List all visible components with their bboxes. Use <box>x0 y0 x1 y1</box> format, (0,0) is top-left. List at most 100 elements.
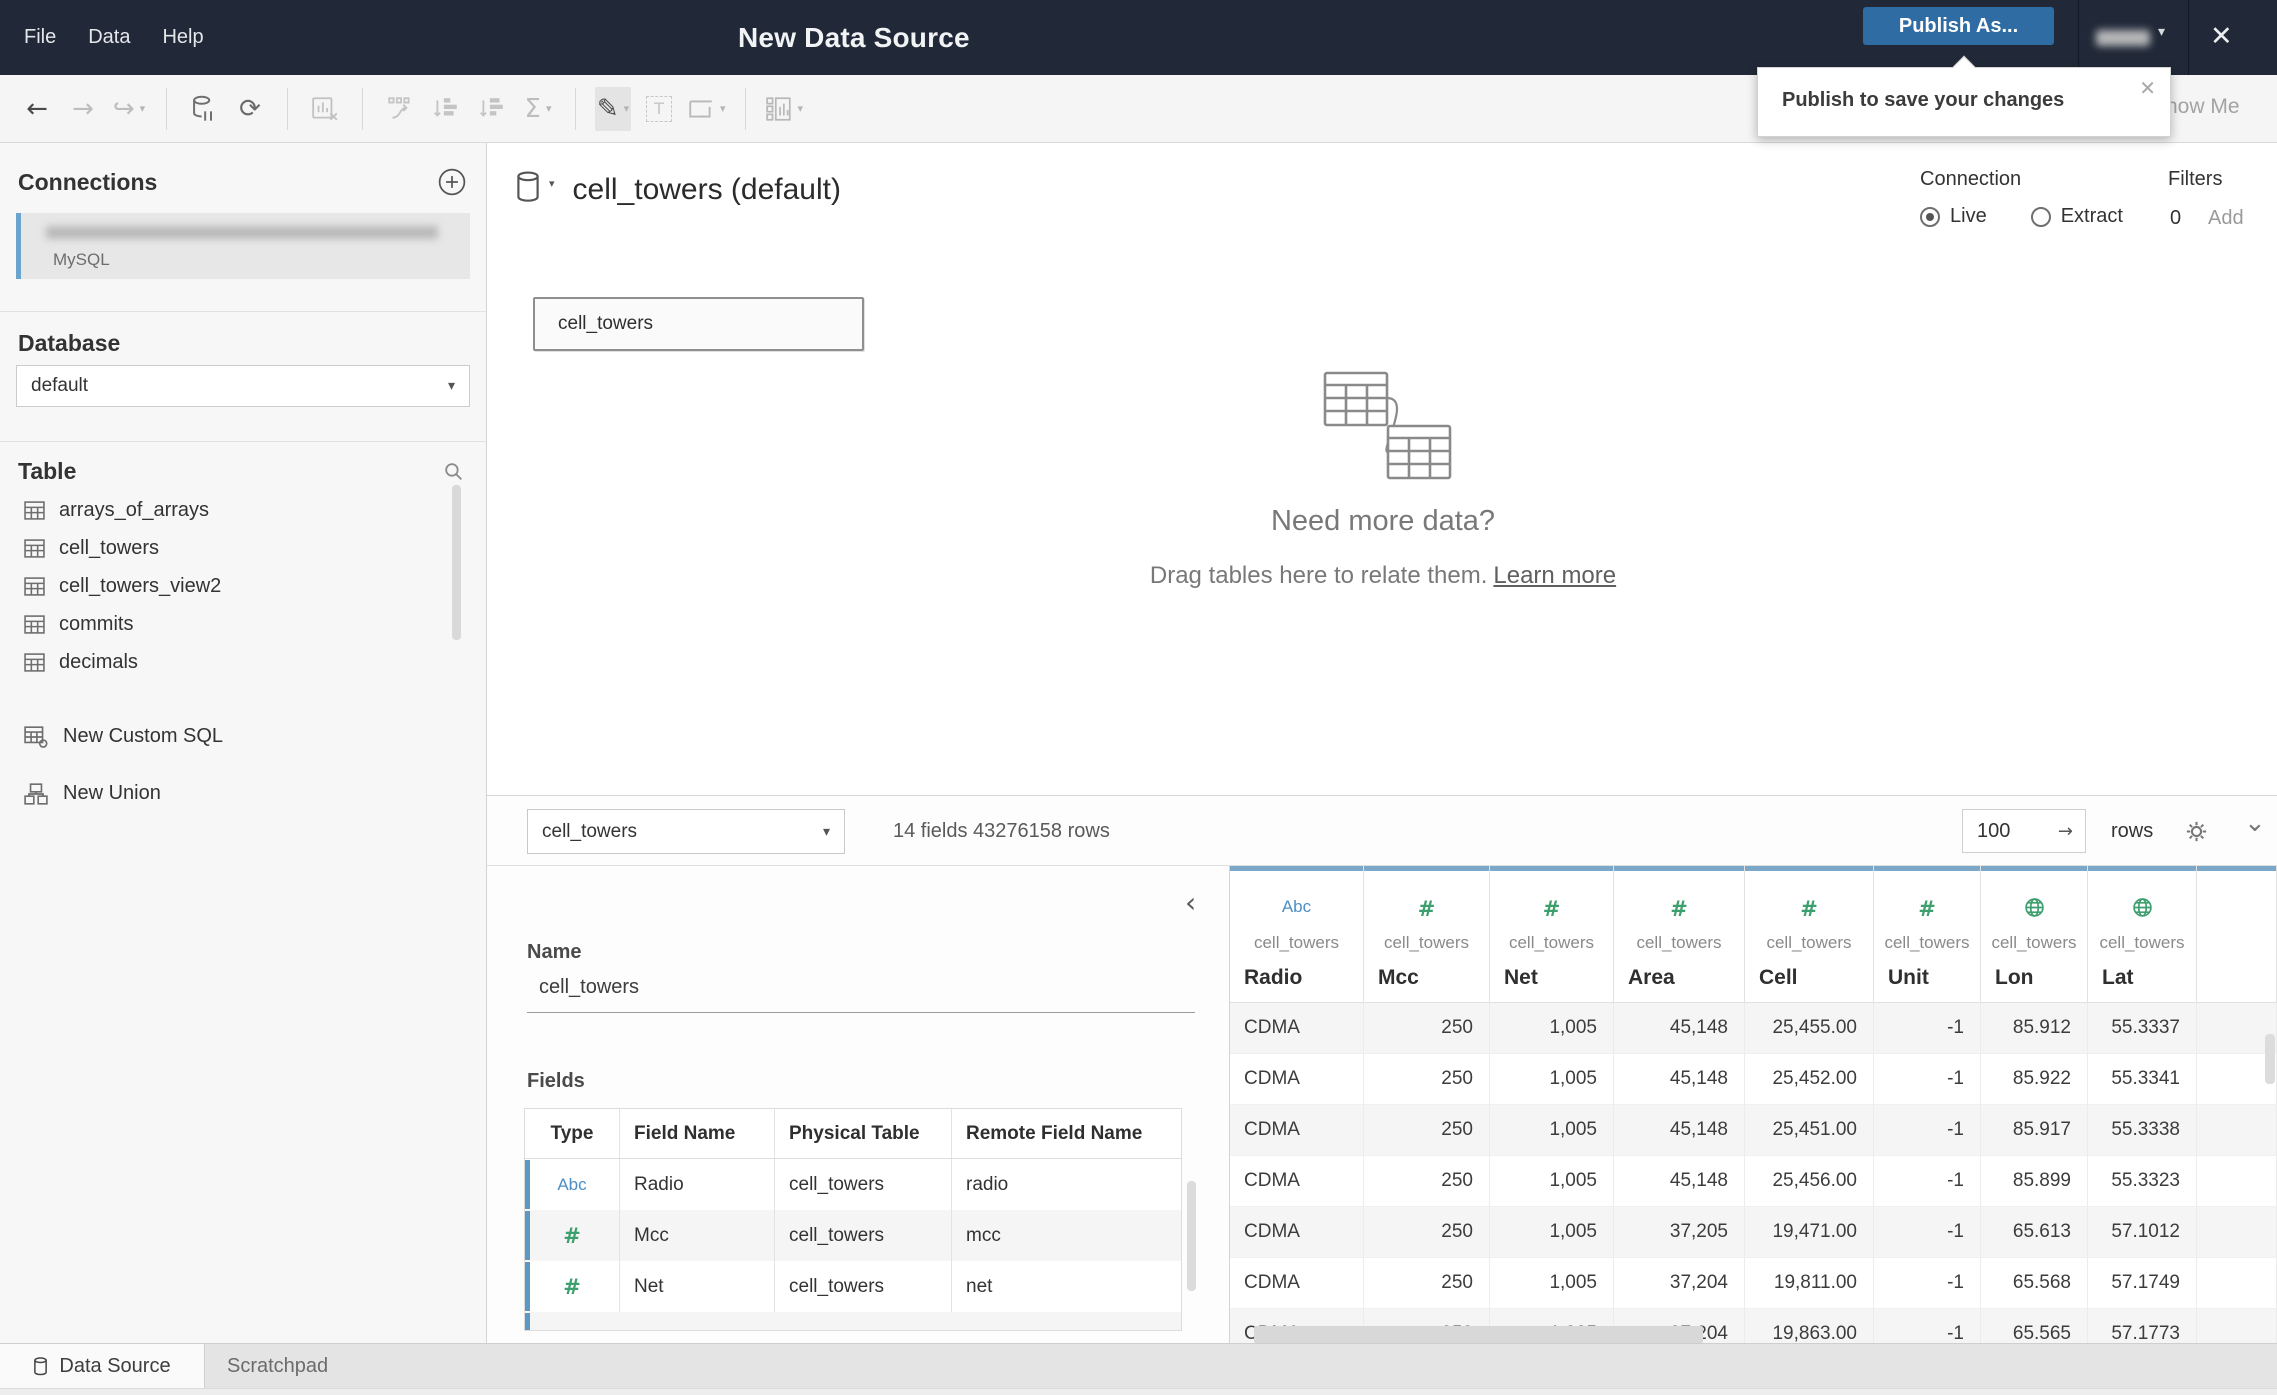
grid-column-header[interactable]: # cell_towers Mcc <box>1364 866 1490 1003</box>
sidebar-table-item[interactable]: cell_towers_view2 <box>0 567 486 605</box>
grid-cell[interactable] <box>2197 1258 2277 1309</box>
grid-cell[interactable]: 65.565 <box>1981 1309 2088 1344</box>
sort-descending-icon[interactable] <box>474 87 510 131</box>
grid-cell[interactable] <box>2197 1309 2277 1344</box>
collapse-metadata-icon[interactable]: ‹ <box>1185 886 1196 919</box>
swap-rows-columns-icon[interactable] <box>382 87 418 131</box>
sidebar-table-item[interactable]: decimals <box>0 643 486 681</box>
add-connection-icon[interactable] <box>438 168 466 196</box>
tab-scratchpad[interactable]: Scratchpad <box>205 1344 328 1388</box>
replay-button[interactable]: ↪ ▾ <box>111 87 147 131</box>
grid-cell[interactable]: 55.3337 <box>2088 1003 2197 1054</box>
grid-cell[interactable]: 19,863.00 <box>1745 1309 1874 1344</box>
grid-column-header[interactable]: # cell_towers Area <box>1614 866 1745 1003</box>
grid-column-header[interactable]: # cell_towers Unit <box>1874 866 1981 1003</box>
grid-cell[interactable]: 25,452.00 <box>1745 1054 1874 1105</box>
grid-cell[interactable]: 19,811.00 <box>1745 1258 1874 1309</box>
database-select[interactable]: default ▾ <box>16 365 470 407</box>
filters-add-link[interactable]: Add <box>2208 207 2244 230</box>
grid-cell[interactable]: 1,005 <box>1490 1054 1614 1105</box>
datasource-cylinder-icon[interactable] <box>515 171 541 203</box>
grid-cell[interactable]: 25,451.00 <box>1745 1105 1874 1156</box>
datasource-caret-icon[interactable]: ▾ <box>549 177 555 190</box>
pause-updates-icon[interactable] <box>186 87 222 131</box>
logical-table-card[interactable]: cell_towers <box>533 297 864 351</box>
datasource-title[interactable]: cell_towers (default) <box>573 173 841 207</box>
grid-cell[interactable] <box>2197 1207 2277 1258</box>
grid-cell[interactable]: CDMA <box>1230 1258 1364 1309</box>
grid-cell[interactable]: -1 <box>1874 1105 1981 1156</box>
extract-radio[interactable] <box>2030 206 2051 227</box>
grid-cell[interactable]: -1 <box>1874 1156 1981 1207</box>
undo-button[interactable]: ← <box>19 87 55 131</box>
tab-data-source[interactable]: Data Source <box>0 1344 205 1388</box>
grid-cell[interactable]: 65.613 <box>1981 1207 2088 1258</box>
grid-column-header[interactable]: # cell_towers Cell <box>1745 866 1874 1003</box>
grid-column-header[interactable]: # cell_towers Net <box>1490 866 1614 1003</box>
tooltip-close-icon[interactable]: ✕ <box>2139 76 2156 100</box>
grid-column-header[interactable]: Abc cell_towers Radio <box>1230 866 1364 1003</box>
grid-cell[interactable]: CDMA <box>1230 1207 1364 1258</box>
grid-cell[interactable]: CDMA <box>1230 1054 1364 1105</box>
clear-sheet-icon[interactable] <box>307 87 343 131</box>
table-list-scrollbar[interactable] <box>452 485 461 640</box>
row-count-input[interactable]: 100 → <box>1962 809 2086 853</box>
refresh-data-icon[interactable]: ⟳ <box>232 87 268 131</box>
grid-cell[interactable]: 19,471.00 <box>1745 1207 1874 1258</box>
grid-cell[interactable]: 55.3341 <box>2088 1054 2197 1105</box>
name-value[interactable]: cell_towers <box>539 976 639 999</box>
grid-cell[interactable]: 85.922 <box>1981 1054 2088 1105</box>
grid-cell[interactable]: 1,005 <box>1490 1105 1614 1156</box>
grid-cell[interactable] <box>2197 1105 2277 1156</box>
connection-item[interactable]: MySQL <box>16 213 470 279</box>
grid-cell[interactable]: CDMA <box>1230 1156 1364 1207</box>
grid-cell[interactable]: 1,005 <box>1490 1207 1614 1258</box>
redo-button[interactable]: → <box>65 87 101 131</box>
grid-cell[interactable]: -1 <box>1874 1309 1981 1344</box>
new-union[interactable]: New Union <box>0 782 486 805</box>
apply-row-count-icon[interactable]: → <box>2058 821 2073 842</box>
fields-table-row[interactable]: Abc Radio cell_towers radio <box>525 1159 1181 1210</box>
grid-cell[interactable]: -1 <box>1874 1258 1981 1309</box>
grid-cell[interactable]: 25,455.00 <box>1745 1003 1874 1054</box>
grid-cell[interactable]: 65.568 <box>1981 1258 2088 1309</box>
grid-cell[interactable]: 25,456.00 <box>1745 1156 1874 1207</box>
grid-cell[interactable]: -1 <box>1874 1207 1981 1258</box>
grid-vertical-scrollbar[interactable] <box>2265 1034 2275 1084</box>
grid-column-header[interactable] <box>2197 866 2277 1003</box>
grid-cell[interactable]: 250 <box>1364 1258 1490 1309</box>
close-window-icon[interactable]: ✕ <box>2210 21 2233 53</box>
extract-label[interactable]: Extract <box>2061 205 2123 228</box>
grid-cell[interactable]: -1 <box>1874 1003 1981 1054</box>
show-me-panel-icon[interactable]: ▾ <box>765 87 803 131</box>
grid-cell[interactable]: 57.1012 <box>2088 1207 2197 1258</box>
grid-cell[interactable]: 57.1749 <box>2088 1258 2197 1309</box>
grid-cell[interactable]: CDMA <box>1230 1105 1364 1156</box>
grid-cell[interactable]: 250 <box>1364 1105 1490 1156</box>
totals-sigma-icon[interactable]: Σ ▾ <box>520 87 556 131</box>
grid-cell[interactable]: 57.1773 <box>2088 1309 2197 1344</box>
grid-cell[interactable]: 1,005 <box>1490 1258 1614 1309</box>
grid-cell[interactable]: 1,005 <box>1490 1003 1614 1054</box>
grid-horizontal-scrollbar[interactable] <box>1254 1326 1703 1343</box>
text-label-tool-icon[interactable]: T <box>641 87 677 131</box>
fields-table-row[interactable]: # Mcc cell_towers mcc <box>525 1210 1181 1261</box>
highlight-tool-icon[interactable]: ✎ ▾ <box>595 86 631 131</box>
sort-ascending-icon[interactable] <box>428 87 464 131</box>
grid-column-header[interactable]: cell_towers Lat <box>2088 866 2197 1003</box>
grid-cell[interactable]: 55.3323 <box>2088 1156 2197 1207</box>
grid-cell[interactable] <box>2197 1156 2277 1207</box>
new-custom-sql[interactable]: New Custom SQL <box>0 725 486 748</box>
grid-column-header[interactable]: cell_towers Lon <box>1981 866 2088 1003</box>
grid-cell[interactable]: 55.3338 <box>2088 1105 2197 1156</box>
menu-file[interactable]: File <box>8 26 72 49</box>
grid-cell[interactable]: 85.912 <box>1981 1003 2088 1054</box>
fit-selector-icon[interactable]: ▾ <box>687 87 726 131</box>
live-label[interactable]: Live <box>1950 205 1987 228</box>
fields-table-row[interactable]: # Net cell_towers net <box>525 1261 1181 1312</box>
grid-cell[interactable]: 85.899 <box>1981 1156 2088 1207</box>
sidebar-table-item[interactable]: commits <box>0 605 486 643</box>
grid-cell[interactable]: 250 <box>1364 1003 1490 1054</box>
grid-cell[interactable]: -1 <box>1874 1054 1981 1105</box>
grid-cell[interactable]: 37,205 <box>1614 1207 1745 1258</box>
